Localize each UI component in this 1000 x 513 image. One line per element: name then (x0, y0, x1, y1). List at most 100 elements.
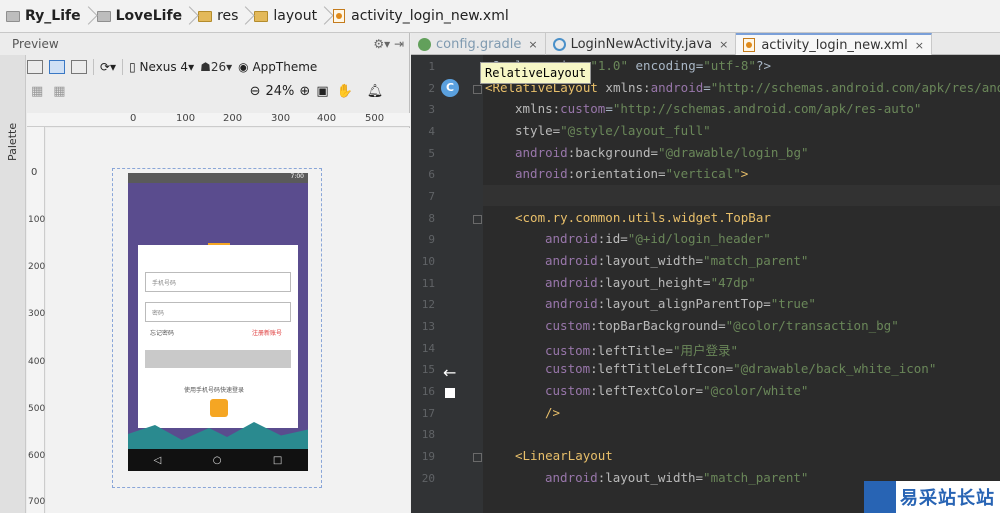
fold-marker[interactable] (473, 85, 482, 94)
current-line-highlight (483, 185, 1000, 206)
code-editor: config.gradle × LoginNewActivity.java × ac… (411, 33, 1000, 513)
breadcrumb-layout[interactable]: layout (250, 0, 321, 33)
line-number: 17 (421, 407, 435, 420)
code-line-12: android:layout_alignParentTop="true" (545, 296, 816, 311)
arrow-left-icon[interactable]: ← (443, 363, 456, 382)
watermark: 易采站长站 (864, 481, 1000, 513)
code-line-5: android:background="@drawable/login_bg" (515, 145, 809, 160)
zoom-fit-icon[interactable]: ▣ (316, 84, 328, 99)
breadcrumb-project[interactable]: Ry_Life (2, 0, 85, 33)
breadcrumb-module[interactable]: LoveLife (93, 0, 186, 33)
zoom-toolbar: ▦ ▦ ⊖ 24% ⊕ ▣ ✋ 🔔︎ (27, 80, 410, 102)
login-card: 手机号码 密码 忘记密码 注册新账号 使用手机号码快速登录 (138, 245, 298, 428)
tooltip: RelativeLayout (480, 62, 592, 84)
color-swatch-icon[interactable] (445, 388, 455, 398)
ruler-tick: 300 (271, 113, 291, 124)
phone-login-icon[interactable] (210, 399, 228, 417)
line-number: 20 (421, 472, 435, 485)
line-number: 13 (421, 320, 435, 333)
code-line-11: android:layout_height="47dp" (545, 275, 756, 290)
ruler-tick: 100 (28, 215, 46, 225)
status-bar: 7:00 (128, 173, 308, 183)
preview-settings-icon[interactable]: ⚙▾ ⇥ (373, 37, 404, 51)
vertical-ruler: 0 100 200 300 400 500 600 700 (27, 127, 45, 513)
close-icon[interactable]: × (528, 38, 537, 51)
folder-icon (254, 10, 269, 22)
blueprint-view-icon[interactable] (49, 60, 65, 74)
notification-icon[interactable]: 🔔︎ (367, 84, 384, 99)
fold-marker[interactable] (473, 215, 482, 224)
device-preview[interactable]: 7:00 潮依 手机号码 密码 忘记密码 注册新账号 使用手机号码快速登录 ◁ … (128, 173, 308, 471)
close-icon[interactable]: × (915, 39, 924, 52)
code-line-8: <com.ry.common.utils.widget.TopBar (515, 210, 771, 225)
line-number: 4 (428, 125, 435, 138)
preview-pane: Preview ⚙▾ ⇥ Palette ⟳▾ ▯ Nexus 4▾ ☗26▾ … (0, 33, 410, 513)
palette-tab[interactable]: Palette (6, 123, 19, 161)
ruler-tick: 0 (31, 167, 38, 178)
design-view-icon[interactable] (27, 60, 43, 74)
ruler-tick: 100 (176, 113, 196, 124)
tab-activity-login-new-xml[interactable]: activity_login_new.xml × (736, 33, 932, 55)
ruler-tick: 500 (365, 113, 385, 124)
ruler-tick: 500 (28, 404, 46, 414)
pan-hand-icon[interactable]: ✋ (337, 84, 353, 99)
device-selector[interactable]: ▯ Nexus 4▾ (129, 60, 194, 74)
palette-strip[interactable]: Palette (0, 55, 26, 513)
breadcrumb-separator (85, 0, 93, 33)
phone-input[interactable]: 手机号码 (145, 272, 291, 292)
api-selector[interactable]: ☗26▾ (200, 60, 232, 74)
breadcrumb-res[interactable]: res (194, 0, 242, 33)
layout-icon-2[interactable]: ▦ (53, 84, 65, 99)
line-number: 6 (428, 168, 435, 181)
back-nav-icon[interactable]: ◁ (154, 455, 162, 466)
toolbar-divider (93, 59, 94, 75)
theme-selector[interactable]: ◉ AppTheme (238, 60, 317, 74)
editor-tabs: config.gradle × LoginNewActivity.java × ac… (411, 33, 1000, 55)
quick-login-link[interactable]: 使用手机号码快速登录 (184, 385, 244, 394)
forgot-password-link[interactable]: 忘记密码 (150, 328, 174, 337)
line-number-gutter: 1 2 3 4 5 6 7 8 9 10 11 12 13 14 15 16 1… (411, 55, 483, 513)
register-link[interactable]: 注册新账号 (252, 328, 282, 337)
orientation-icon[interactable]: ⟳▾ (100, 60, 116, 74)
code-line-10: android:layout_width="match_parent" (545, 253, 809, 268)
code-line-4: style="@style/layout_full" (515, 123, 711, 138)
code-area[interactable]: <?xml version="1.0" encoding="utf-8"?> <… (483, 55, 1000, 513)
tab-config-gradle[interactable]: config.gradle × (411, 33, 546, 55)
line-number: 15 (421, 363, 435, 376)
breadcrumb-file[interactable]: activity_login_new.xml (329, 0, 513, 33)
horizontal-ruler: 0 100 200 300 400 500 (27, 113, 410, 127)
navigation-bar: ◁ ○ □ (128, 449, 308, 471)
zoom-level: 24% (265, 83, 295, 99)
login-button[interactable] (145, 350, 291, 368)
line-number: 10 (421, 255, 435, 268)
zoom-in-icon[interactable]: ⊕ (299, 84, 310, 99)
ruler-tick: 0 (130, 113, 137, 124)
ruler-tick: 700 (28, 497, 46, 507)
fold-marker[interactable] (473, 453, 482, 462)
line-number: 19 (421, 450, 435, 463)
design-canvas[interactable]: 7:00 潮依 手机号码 密码 忘记密码 注册新账号 使用手机号码快速登录 ◁ … (46, 128, 410, 513)
class-gutter-icon[interactable]: C (441, 79, 459, 97)
code-line-19: <LinearLayout (515, 448, 613, 463)
layout-icon[interactable]: ▦ (31, 84, 43, 99)
code-line-20: android:layout_width="match_parent" (545, 470, 809, 485)
line-number: 2 (428, 82, 435, 95)
folder-icon (96, 10, 111, 22)
breadcrumb-separator (186, 0, 194, 33)
line-number: 14 (421, 342, 435, 355)
line-number: 8 (428, 212, 435, 225)
password-input[interactable]: 密码 (145, 302, 291, 322)
ruler-tick: 400 (317, 113, 337, 124)
zoom-out-icon[interactable]: ⊖ (250, 84, 261, 99)
home-nav-icon[interactable]: ○ (213, 455, 222, 466)
ruler-tick: 600 (28, 451, 46, 461)
line-number: 5 (428, 147, 435, 160)
line-number: 1 (428, 60, 435, 73)
split-view-icon[interactable] (71, 60, 87, 74)
recents-nav-icon[interactable]: □ (273, 455, 282, 466)
tab-login-new-activity[interactable]: LoginNewActivity.java × (546, 33, 737, 55)
ruler-tick: 400 (28, 357, 46, 367)
breadcrumb-separator (242, 0, 250, 33)
close-icon[interactable]: × (719, 38, 728, 51)
code-line-6: android:orientation="vertical"> (515, 166, 749, 181)
